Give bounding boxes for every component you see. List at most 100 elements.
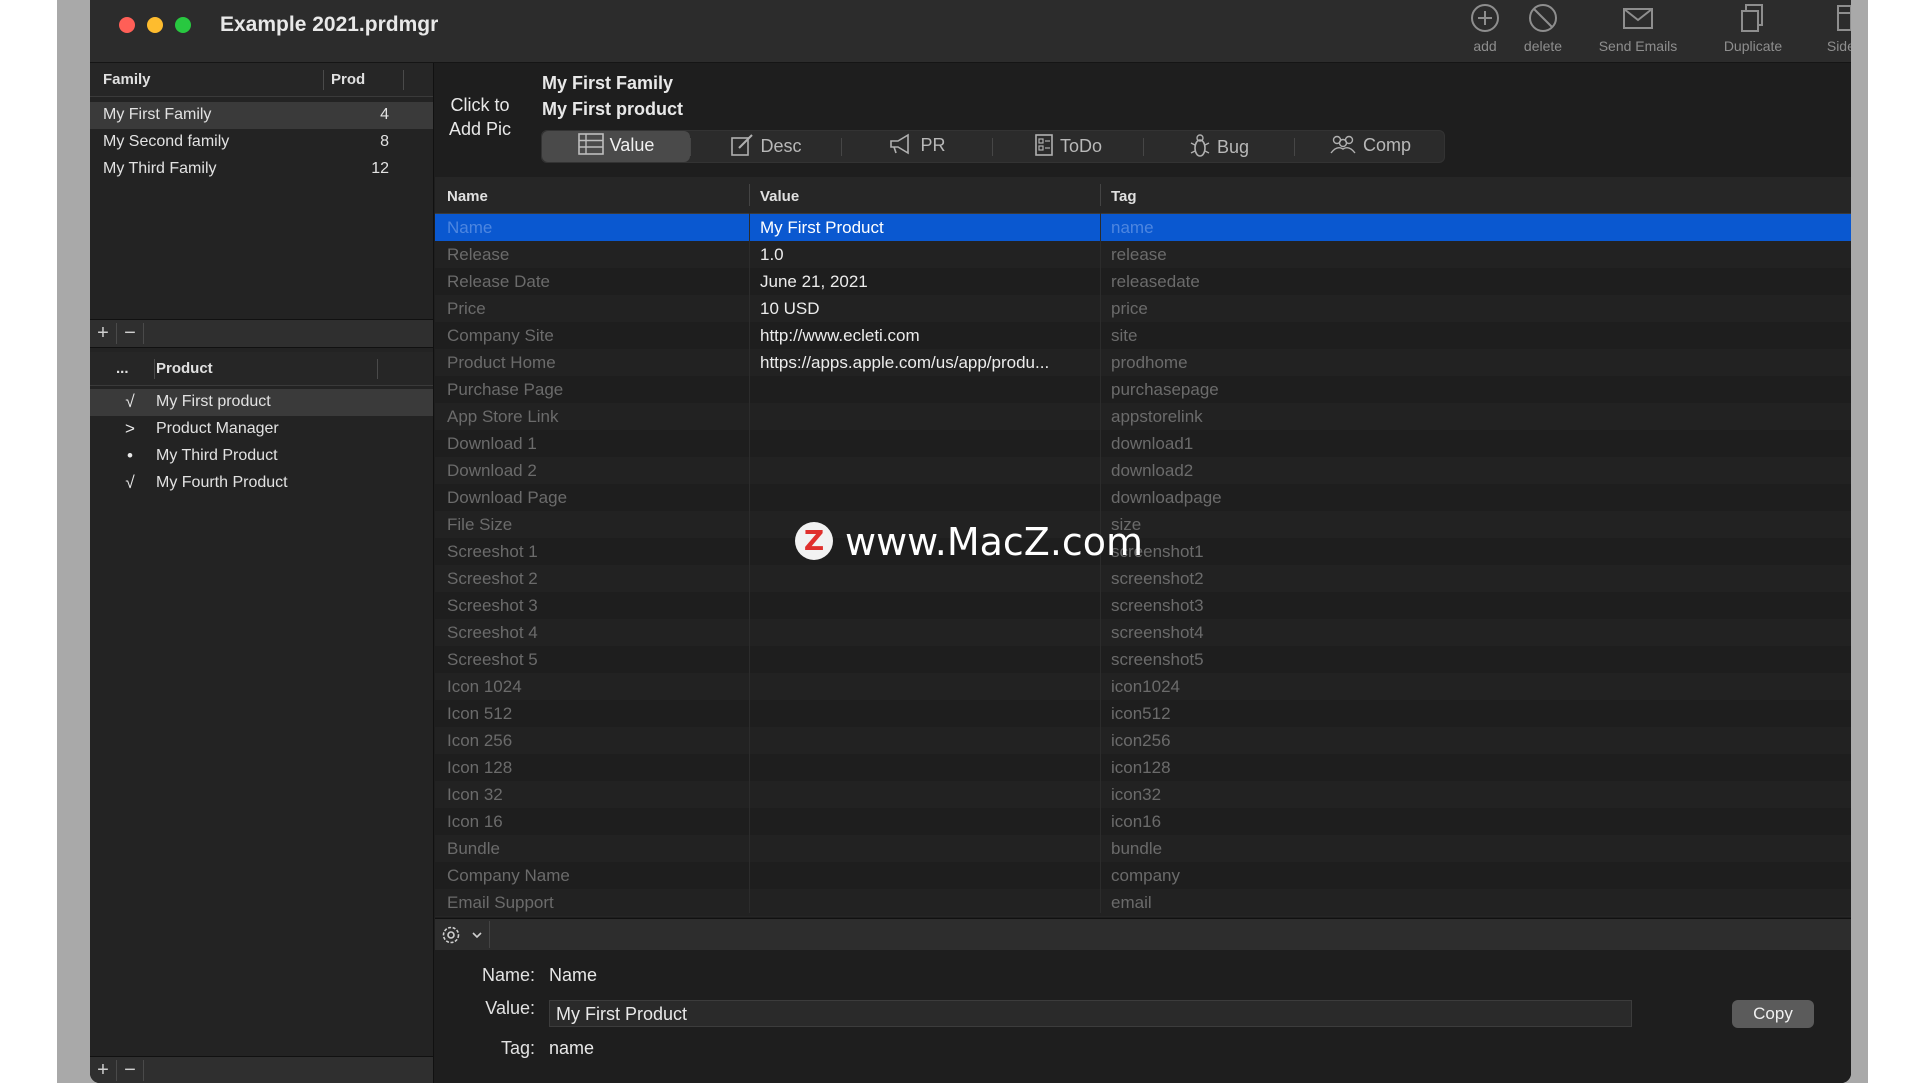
properties-table-header: Name Value Tag xyxy=(435,177,1851,214)
tab-todo[interactable]: ToDo xyxy=(994,131,1142,162)
status-mark: • xyxy=(127,446,133,465)
table-row[interactable]: Email Support email xyxy=(435,889,1851,917)
table-row[interactable]: Name My First Product name xyxy=(435,214,1851,242)
sidebar-toolbar-button[interactable]: Sidebar xyxy=(1806,2,1851,54)
duplicate-icon xyxy=(1741,4,1763,32)
add-toolbar-button[interactable]: add xyxy=(1460,2,1510,54)
cell-tag: screenshot5 xyxy=(1111,650,1204,669)
table-row[interactable]: Company Name company xyxy=(435,862,1851,890)
zoom-window-button[interactable] xyxy=(175,17,191,33)
main-content: Click to Add Pic My First Family My Firs… xyxy=(435,63,1851,1083)
tab-pr[interactable]: PR xyxy=(843,131,991,162)
cell-name: Download 2 xyxy=(447,461,537,480)
add-picture-button[interactable]: Click to Add Pic xyxy=(445,93,515,141)
table-row[interactable]: Bundle bundle xyxy=(435,835,1851,863)
table-row[interactable]: Company Site http://www.ecleti.com site xyxy=(435,322,1851,350)
cell-name: Company Site xyxy=(447,326,554,345)
table-row[interactable]: Release Date June 21, 2021 releasedate xyxy=(435,268,1851,296)
table-row[interactable]: Icon 512 icon512 xyxy=(435,700,1851,728)
minimize-window-button[interactable] xyxy=(147,17,163,33)
add-product-button[interactable]: + xyxy=(90,1058,116,1082)
table-row[interactable]: Icon 32 icon32 xyxy=(435,781,1851,809)
table-row[interactable]: Screeshot 5 screenshot5 xyxy=(435,646,1851,674)
family-row[interactable]: My First Family 4 xyxy=(90,102,433,129)
table-row[interactable]: Product Home https://apps.apple.com/us/ap… xyxy=(435,349,1851,377)
product-column-header[interactable]: Product xyxy=(156,360,213,377)
send-emails-toolbar-button[interactable]: Send Emails xyxy=(1553,2,1723,54)
remove-family-button[interactable]: − xyxy=(117,321,143,345)
tab-todo-label: ToDo xyxy=(1059,135,1103,156)
cell-tag: downloadpage xyxy=(1111,488,1222,507)
table-row[interactable]: Icon 128 icon128 xyxy=(435,754,1851,782)
cell-tag: name xyxy=(1111,218,1154,237)
family-row[interactable]: My Second family 8 xyxy=(90,129,433,156)
column-separator xyxy=(403,70,404,90)
name-column-header[interactable]: Name xyxy=(447,188,488,205)
table-row[interactable]: Download Page downloadpage xyxy=(435,484,1851,512)
cell-tag: icon32 xyxy=(1111,785,1162,804)
cell-tag: screenshot3 xyxy=(1111,596,1204,615)
prod-column-header[interactable]: Prod xyxy=(331,71,365,88)
cell-tag: email xyxy=(1111,893,1152,912)
copy-button[interactable]: Copy xyxy=(1732,1000,1814,1028)
table-row[interactable]: Icon 256 icon256 xyxy=(435,727,1851,755)
tab-bug[interactable]: Bug xyxy=(1145,131,1293,162)
status-column-header[interactable]: ... xyxy=(116,360,129,377)
table-row[interactable]: Release 1.0 release xyxy=(435,241,1851,269)
cell-tag: icon128 xyxy=(1111,758,1171,777)
cell-tag: release xyxy=(1111,245,1167,264)
tab-divider xyxy=(992,138,993,156)
family-table-header: Family Prod xyxy=(90,63,433,97)
cell-name: Purchase Page xyxy=(447,380,564,399)
table-row[interactable]: Screeshot 2 screenshot2 xyxy=(435,565,1851,593)
family-count: 8 xyxy=(380,133,389,150)
tab-desc[interactable]: Desc xyxy=(692,131,840,162)
duplicate-toolbar-button[interactable]: Duplicate xyxy=(1708,2,1798,54)
cell-value: My First Product xyxy=(760,218,884,237)
cell-tag: screenshot1 xyxy=(1111,542,1204,561)
cell-name: Release xyxy=(447,245,510,264)
table-row[interactable]: Price 10 USD price xyxy=(435,295,1851,323)
cell-tag: icon256 xyxy=(1111,731,1171,750)
family-count: 12 xyxy=(371,160,389,177)
table-row[interactable]: Screeshot 4 screenshot4 xyxy=(435,619,1851,647)
product-row[interactable]: > Product Manager xyxy=(90,416,433,443)
cell-tag: prodhome xyxy=(1111,353,1188,372)
cell-name: Icon 1024 xyxy=(447,677,522,696)
gear-menu-button[interactable] xyxy=(437,921,490,948)
cell-tag: size xyxy=(1111,515,1142,534)
cell-name: Screeshot 4 xyxy=(447,623,538,642)
tab-value[interactable]: Value xyxy=(542,131,690,162)
close-window-button[interactable] xyxy=(119,17,135,33)
product-row[interactable]: • My Third Product xyxy=(90,443,433,470)
selected-product-title: My First product xyxy=(542,99,684,119)
table-row[interactable]: Icon 1024 icon1024 xyxy=(435,673,1851,701)
divider xyxy=(143,323,144,344)
family-row[interactable]: My Third Family 12 xyxy=(90,156,433,183)
value-column-header[interactable]: Value xyxy=(760,188,799,205)
product-row[interactable]: √ My First product xyxy=(90,389,433,416)
people-icon xyxy=(1330,136,1356,154)
family-add-remove-bar: + − xyxy=(90,319,433,348)
table-row[interactable]: Download 1 download1 xyxy=(435,430,1851,458)
cell-tag: company xyxy=(1111,866,1180,885)
tab-divider xyxy=(841,138,842,156)
remove-product-button[interactable]: − xyxy=(117,1058,143,1082)
tag-column-header[interactable]: Tag xyxy=(1111,188,1137,205)
table-row[interactable]: Purchase Page purchasepage xyxy=(435,376,1851,404)
product-row[interactable]: √ My Fourth Product xyxy=(90,470,433,497)
table-row[interactable]: Screeshot 3 screenshot3 xyxy=(435,592,1851,620)
value-field[interactable]: My First Product xyxy=(549,1000,1632,1027)
family-column-header[interactable]: Family xyxy=(103,71,151,88)
table-row[interactable]: App Store Link appstorelink xyxy=(435,403,1851,431)
watermark-logo: Z xyxy=(795,521,833,560)
table-row[interactable]: Download 2 download2 xyxy=(435,457,1851,485)
cell-name: App Store Link xyxy=(447,407,559,426)
family-name: My Third Family xyxy=(103,160,217,177)
add-family-button[interactable]: + xyxy=(90,321,116,345)
tab-comp[interactable]: Comp xyxy=(1296,131,1444,162)
status-mark: √ xyxy=(125,392,135,411)
cell-name: Download Page xyxy=(447,488,568,507)
table-row[interactable]: Icon 16 icon16 xyxy=(435,808,1851,836)
list-icon xyxy=(577,133,604,156)
